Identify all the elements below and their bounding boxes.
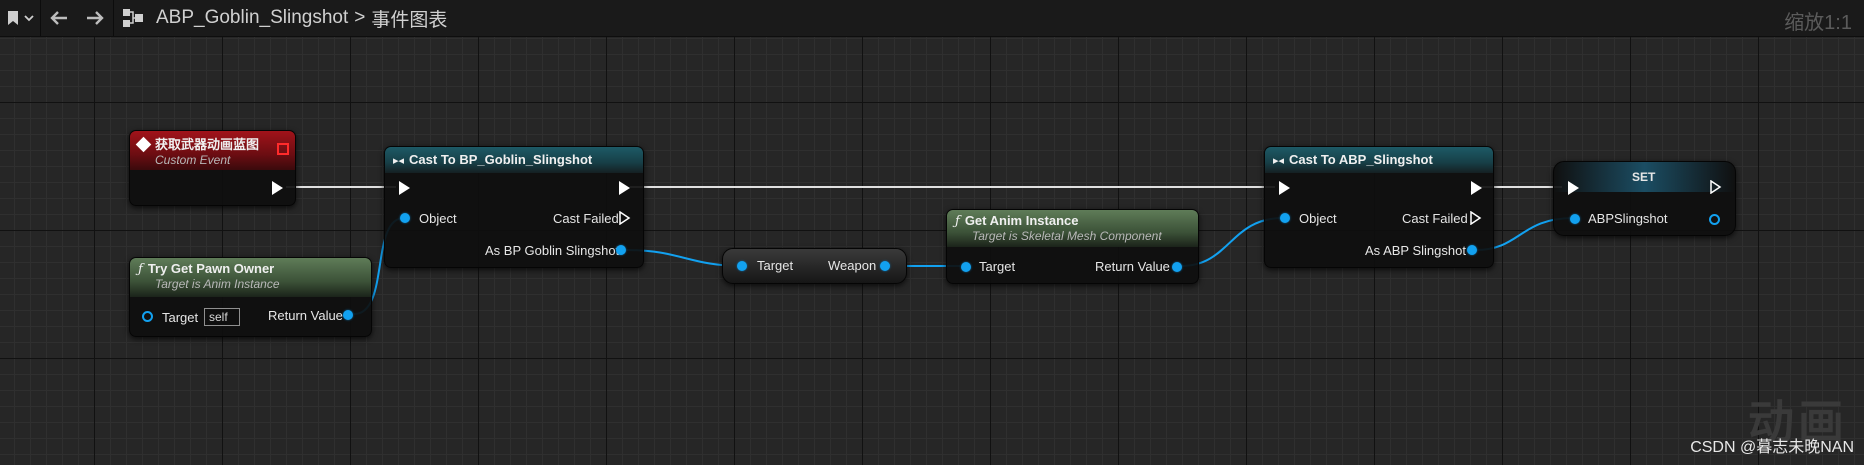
cast-abp-header: ▸◂ Cast To ABP_Slingshot [1265,147,1493,173]
target-in-pin[interactable] [961,262,971,272]
weapon-target-label: Target [757,258,794,273]
object-in-pin[interactable] [1280,213,1290,223]
function-icon: ƒ [138,262,143,277]
cast-arrows-icon: ▸◂ [393,155,405,167]
target-self-field[interactable]: self [204,308,240,326]
cast-to-bp-goblin-node[interactable]: ▸◂ Cast To BP_Goblin_Slingshot Object Cas… [384,146,644,268]
exec-out-pin[interactable] [1471,181,1482,195]
watermark-text: CSDN @暮志未晚NAN [1690,439,1854,456]
cast-failed-exec-pin[interactable] [1470,211,1482,225]
event-diamond-icon [135,136,152,153]
set-node[interactable]: SET ABPSlingshot [1553,161,1736,236]
arrow-left-icon [50,11,67,25]
back-button[interactable] [41,0,77,36]
breadcrumb: ABP_Goblin_Slingshot > 事件图表 [152,5,447,32]
delegate-pin-icon[interactable] [277,143,289,155]
cast-goblin-header: ▸◂ Cast To BP_Goblin_Slingshot [385,147,643,173]
exec-in-pin[interactable] [399,181,410,195]
function-icon: ƒ [955,214,960,229]
graph-toolbar: ABP_Goblin_Slingshot > 事件图表 缩放1:1 [0,0,1864,37]
breadcrumb-asset[interactable]: ABP_Goblin_Slingshot [156,7,348,29]
cast-to-abp-slingshot-node[interactable]: ▸◂ Cast To ABP_Slingshot Object Cast Fail… [1264,146,1494,268]
exec-out-pin[interactable] [1710,180,1722,194]
get-anim-title: Get Anim Instance [964,213,1079,228]
as-bp-goblin-out-pin[interactable] [616,245,626,255]
try-get-pawn-header: ƒ Try Get Pawn Owner Target is Anim Insta… [130,258,371,297]
bookmark-icon [8,11,18,25]
breadcrumb-graph[interactable]: 事件图表 [371,5,447,32]
custom-event-header: 获取武器动画蓝图 Custom Event [130,131,295,170]
chevron-down-icon [24,15,34,22]
event-graph-icon [123,9,143,27]
get-anim-return-out-pin[interactable] [1172,262,1182,272]
weapon-getter-node[interactable]: Target Weapon [722,248,907,284]
cast-failed-label: Cast Failed [553,211,619,226]
as-abp-slingshot-out-pin[interactable] [1467,245,1477,255]
exec-in-pin[interactable] [1279,181,1290,195]
object-in-label: Object [1299,211,1337,226]
arrow-right-icon [87,11,104,25]
weapon-out-label: Weapon [828,258,877,273]
forward-button[interactable] [77,0,113,36]
get-anim-subtitle: Target is Skeletal Mesh Component [972,229,1162,243]
target-in-pin[interactable] [737,261,747,271]
object-in-label: Object [419,211,457,226]
target-in-label: Target [162,310,199,325]
get-anim-target-label: Target [979,259,1016,274]
as-abp-slingshot-label: As ABP Slingshot [1365,243,1466,258]
exec-in-pin[interactable] [1568,181,1579,195]
custom-event-node[interactable]: 获取武器动画蓝图 Custom Event [129,130,296,206]
get-anim-instance-node[interactable]: ƒ Get Anim Instance Target is Skeletal Me… [946,209,1199,284]
bookmark-dropdown[interactable] [0,0,40,36]
abp-slingshot-in-pin[interactable] [1570,214,1580,224]
try-get-pawn-owner-node[interactable]: ƒ Try Get Pawn Owner Target is Anim Insta… [129,257,372,337]
cast-failed-exec-pin[interactable] [619,211,631,225]
target-in-pin[interactable] [142,311,153,322]
set-title: SET [1632,170,1656,184]
get-anim-header: ƒ Get Anim Instance Target is Skeletal Me… [947,210,1198,247]
exec-out-pin[interactable] [272,181,283,195]
object-in-pin[interactable] [400,213,410,223]
cast-failed-label: Cast Failed [1402,211,1468,226]
cast-abp-title: Cast To ABP_Slingshot [1289,152,1433,167]
abp-slingshot-in-label: ABPSlingshot [1588,211,1668,226]
custom-event-title: 获取武器动画蓝图 [155,137,260,152]
custom-event-subtitle: Custom Event [155,153,231,167]
cast-goblin-title: Cast To BP_Goblin_Slingshot [409,152,593,167]
as-bp-goblin-label: As BP Goblin Slingshot [485,243,620,258]
try-get-pawn-subtitle: Target is Anim Instance [155,277,280,291]
abp-slingshot-out-pin[interactable] [1709,214,1720,225]
cast-arrows-icon: ▸◂ [1273,155,1285,167]
breadcrumb-separator: > [354,7,366,28]
return-value-out-pin[interactable] [343,310,353,320]
graph-icon-holder [114,0,152,36]
try-get-pawn-title: Try Get Pawn Owner [147,261,275,276]
get-anim-return-label: Return Value [1095,259,1170,274]
graph-canvas[interactable]: 获取武器动画蓝图 Custom Event ƒ Try Get Pawn Owne… [0,0,1864,465]
return-value-label: Return Value [268,308,343,323]
exec-out-pin[interactable] [619,181,630,195]
zoom-level: 缩放1:1 [1784,12,1852,34]
weapon-out-pin[interactable] [880,261,890,271]
